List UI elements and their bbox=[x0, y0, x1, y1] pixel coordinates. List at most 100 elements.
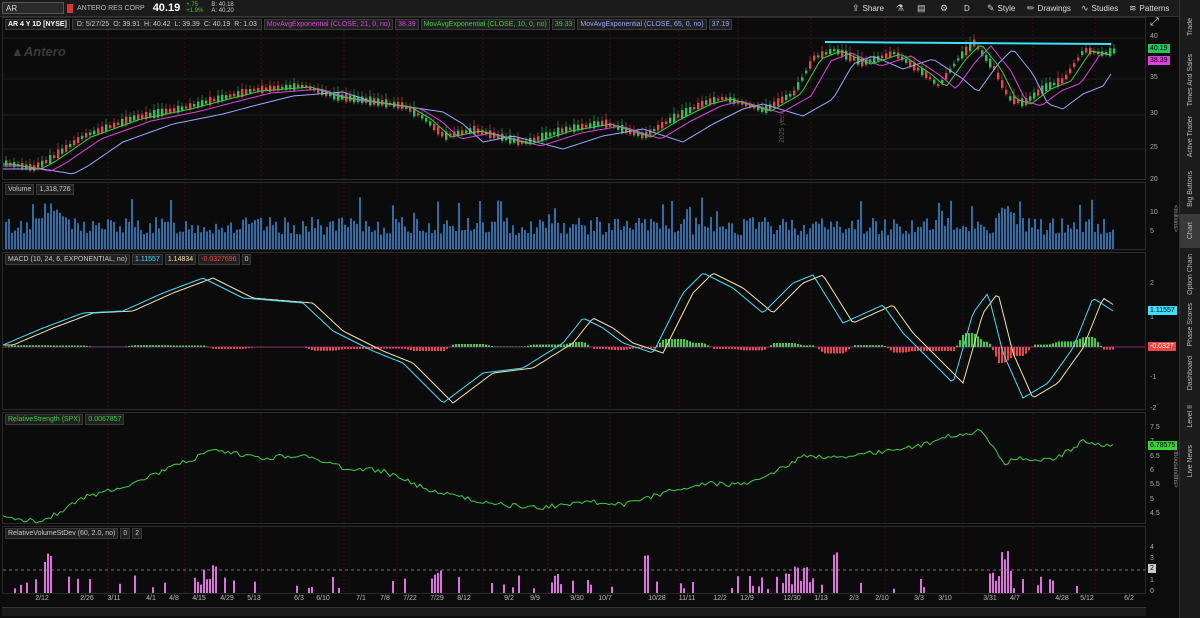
symbol-color-marker[interactable] bbox=[67, 3, 73, 13]
volume-bar bbox=[587, 234, 589, 249]
volume-bar bbox=[506, 217, 508, 249]
symbol-input[interactable]: AR bbox=[2, 2, 64, 14]
candle bbox=[801, 77, 804, 81]
relative-volume-bar bbox=[458, 577, 460, 593]
rs-axis-label: 6.5 bbox=[1150, 453, 1160, 460]
date-label: 12/30 bbox=[783, 595, 801, 602]
volume-bar bbox=[686, 209, 688, 249]
macd-histogram-bar bbox=[509, 346, 511, 347]
volume-bar bbox=[431, 233, 433, 249]
macd-histogram-bar bbox=[20, 345, 22, 347]
compare-button[interactable]: ▤ bbox=[917, 0, 926, 16]
macd-panel[interactable]: MACD (10, 24, 6, EXPONENTIAL, no) 1.1155… bbox=[2, 252, 1146, 410]
drawings-button[interactable]: ✏ Drawings bbox=[1027, 0, 1071, 16]
volume-bar bbox=[620, 229, 622, 249]
sidebar-tab-times-and-sales[interactable]: Times And Sales bbox=[1180, 52, 1200, 109]
relative-volume-bar bbox=[224, 577, 226, 593]
macd-label[interactable]: MACD (10, 24, 6, EXPONENTIAL, no) bbox=[5, 254, 131, 265]
volume-unit: <millions> bbox=[1172, 205, 1178, 233]
volume-bar bbox=[485, 232, 487, 249]
candle bbox=[73, 140, 76, 146]
volume-bar bbox=[362, 231, 364, 249]
volume-bar bbox=[635, 222, 637, 249]
ema21-label[interactable]: MovAvgExponential (CLOSE, 21, 0, no) bbox=[263, 19, 394, 30]
volume-bar bbox=[632, 229, 634, 249]
macd-histogram-bar bbox=[827, 347, 829, 354]
volume-bar bbox=[116, 231, 118, 249]
volume-bar bbox=[1001, 207, 1003, 249]
macd-histogram-bar bbox=[482, 344, 484, 347]
macd-histogram-bar bbox=[458, 344, 460, 347]
sidebar-tab-live-news[interactable]: Live News bbox=[1180, 437, 1200, 485]
date-label: 6/2 bbox=[1124, 595, 1134, 602]
volume-bar bbox=[290, 233, 292, 249]
volume-panel[interactable]: Volume 1,318,726 bbox=[2, 182, 1146, 250]
candle bbox=[141, 114, 144, 119]
volume-bar bbox=[332, 220, 334, 249]
macd-histogram-bar bbox=[599, 347, 601, 349]
rv-label[interactable]: RelativeVolumeStDev (60, 2.0, no) bbox=[5, 528, 119, 539]
volume-bar bbox=[941, 210, 943, 249]
volume-chart[interactable] bbox=[3, 183, 1146, 250]
ema65-label[interactable]: MovAvgExponential (CLOSE, 65, 0, no) bbox=[577, 19, 707, 30]
sidebar-tab-big-buttons[interactable]: Big Buttons bbox=[1180, 165, 1200, 212]
style-button[interactable]: ✎ Style bbox=[987, 0, 1015, 16]
chart-title[interactable]: AR 4 Y 1D [NYSE] bbox=[5, 19, 70, 30]
time-scrollbar[interactable] bbox=[2, 607, 1146, 616]
candle bbox=[693, 106, 696, 110]
volume-label[interactable]: Volume bbox=[5, 184, 35, 195]
macd-histogram-bar bbox=[416, 347, 418, 351]
macd-axis-label: 1 bbox=[1150, 314, 1154, 321]
relative-volume-panel[interactable]: RelativeVolumeStDev (60, 2.0, no) 0 2 bbox=[2, 526, 1146, 594]
price-chart[interactable] bbox=[3, 18, 1146, 180]
sidebar-tab-chart[interactable]: Chart bbox=[1180, 214, 1200, 248]
relative-strength-panel[interactable]: RelativeStrength (SPX) 0.0067857 bbox=[2, 412, 1146, 524]
macd-histogram-bar bbox=[140, 345, 142, 347]
volume-bar bbox=[449, 226, 451, 249]
candle bbox=[701, 100, 704, 108]
ema10-label[interactable]: MovAvgExponential (CLOSE, 10, 0, no) bbox=[420, 19, 550, 30]
volume-bar bbox=[242, 219, 244, 249]
volume-bar bbox=[893, 219, 895, 249]
sidebar-tab-active-trader[interactable]: Active Trader bbox=[1180, 111, 1200, 163]
candle bbox=[465, 130, 468, 133]
date-label: 3/10 bbox=[938, 595, 952, 602]
sidebar-tab-dashboard[interactable]: Dashboard bbox=[1180, 352, 1200, 395]
settings-button[interactable]: ⚙ bbox=[940, 0, 948, 16]
price-axis-label: 35 bbox=[1150, 74, 1158, 81]
relative-volume-chart[interactable] bbox=[3, 527, 1146, 594]
macd-histogram-bar bbox=[734, 347, 736, 350]
rs-label[interactable]: RelativeStrength (SPX) bbox=[5, 414, 84, 425]
macd-histogram-bar bbox=[29, 345, 31, 347]
volume-bar bbox=[1049, 222, 1051, 249]
volume-bar bbox=[677, 230, 679, 249]
volume-bar bbox=[488, 231, 490, 249]
volume-bar bbox=[776, 229, 778, 249]
share-button[interactable]: ⇪ Share bbox=[852, 0, 884, 16]
timeframe-button[interactable]: D bbox=[964, 0, 970, 16]
sidebar-tab-trade[interactable]: Trade bbox=[1180, 4, 1200, 50]
volume-bar bbox=[746, 220, 748, 249]
price-panel[interactable]: AR 4 Y 1D [NYSE] D: 5/27/25 O: 39.91 H: 40… bbox=[2, 17, 1146, 180]
volume-bar bbox=[572, 223, 574, 249]
candle bbox=[49, 155, 52, 164]
relative-strength-chart[interactable] bbox=[3, 413, 1146, 524]
volume-bar bbox=[248, 224, 250, 249]
macd-histogram-bar bbox=[845, 347, 847, 352]
macd-histogram-bar bbox=[890, 347, 892, 351]
candle bbox=[661, 122, 664, 129]
macd-chart[interactable] bbox=[3, 253, 1146, 410]
sidebar-tab-phase-scores[interactable]: Phase Scores bbox=[1180, 300, 1200, 350]
macd-histogram-bar bbox=[350, 347, 352, 349]
candle bbox=[997, 72, 1000, 80]
macd-histogram-bar bbox=[1112, 347, 1114, 350]
flask-button[interactable]: ⚗ bbox=[896, 0, 904, 16]
volume-bar bbox=[593, 230, 595, 249]
sidebar-tab-level-ii[interactable]: Level II bbox=[1180, 397, 1200, 435]
relative-volume-bar bbox=[560, 584, 562, 593]
volume-bar bbox=[467, 217, 469, 249]
sidebar-tab-option-chain[interactable]: Option Chain bbox=[1180, 250, 1200, 298]
relative-volume-bar bbox=[572, 580, 574, 593]
studies-button[interactable]: ∿ Studies bbox=[1081, 0, 1118, 16]
volume-bar bbox=[1112, 229, 1114, 249]
